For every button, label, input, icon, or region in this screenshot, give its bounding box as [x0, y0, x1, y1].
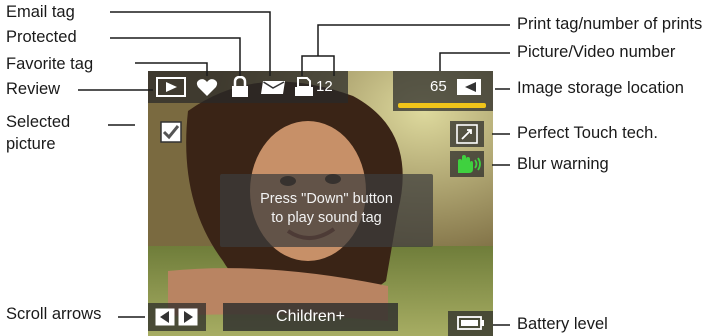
battery-icon	[457, 316, 484, 330]
callout-image-storage-location: Image storage location	[517, 79, 684, 97]
callout-selected-picture-line2: picture	[6, 135, 56, 153]
scroll-left-icon[interactable]	[155, 308, 175, 326]
callout-picture-video-number: Picture/Video number	[517, 43, 676, 61]
storage-icon	[457, 79, 481, 95]
scroll-right-icon[interactable]	[178, 308, 198, 326]
review-icon	[156, 77, 186, 97]
callout-review: Review	[6, 80, 61, 98]
print-count: 12	[316, 78, 333, 95]
album-name: Children+	[223, 303, 398, 331]
check-icon[interactable]	[160, 121, 182, 143]
sound-tag-message: Press "Down" button to play sound tag	[220, 174, 433, 247]
callout-print-tag: Print tag/number of prints	[517, 15, 703, 33]
callout-favorite-tag: Favorite tag	[6, 55, 94, 73]
callout-email-tag: Email tag	[6, 3, 75, 21]
callout-protected: Protected	[6, 28, 77, 46]
lock-icon	[232, 76, 248, 97]
callout-blur-warning: Blur warning	[517, 155, 609, 173]
picture-number: 65	[430, 78, 447, 95]
perfect-touch-icon	[456, 124, 478, 144]
camera-screen: 12 65 Press "Down" button to play sound …	[148, 71, 493, 336]
heart-icon	[196, 79, 218, 96]
storage-progress-bar	[398, 103, 486, 108]
callout-battery-level: Battery level	[517, 315, 608, 333]
callout-scroll-arrows: Scroll arrows	[6, 305, 102, 323]
print-icon	[295, 77, 313, 96]
message-line-2: to play sound tag	[271, 210, 382, 226]
message-line-1: Press "Down" button	[260, 191, 393, 207]
shaking-hand-icon	[458, 155, 481, 173]
envelope-icon	[261, 81, 285, 94]
callout-perfect-touch: Perfect Touch tech.	[517, 124, 658, 142]
callout-selected-picture-line1: Selected	[6, 113, 71, 131]
